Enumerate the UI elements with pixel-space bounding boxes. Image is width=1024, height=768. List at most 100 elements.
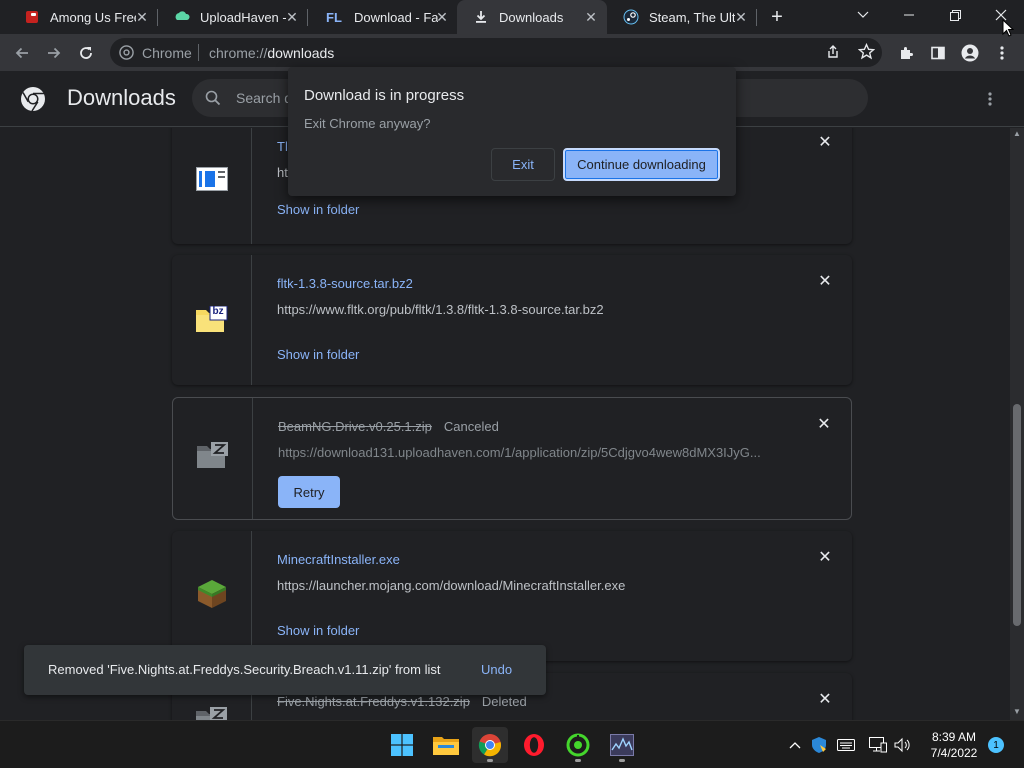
show-in-folder-link[interactable]: Show in folder — [277, 202, 359, 217]
page-scrollbar[interactable]: ▲ ▼ — [1010, 128, 1024, 720]
chevron-down-icon — [857, 11, 869, 18]
task-manager-icon[interactable] — [604, 727, 640, 763]
address-bar[interactable]: Chrome chrome://downloads — [110, 38, 882, 67]
close-tab-icon[interactable]: ✕ — [434, 9, 450, 25]
bookmark-star-icon[interactable] — [857, 42, 876, 65]
tab-download-fast[interactable]: FL Download - Fas ✕ — [308, 0, 458, 34]
file-name-link[interactable]: Tl — [277, 139, 288, 154]
restore-button[interactable] — [932, 0, 978, 30]
scrollbar-thumb[interactable] — [1013, 404, 1021, 626]
file-name-link[interactable]: MinecraftInstaller.exe — [277, 552, 400, 567]
browser-toolbar: Chrome chrome://downloads — [0, 34, 1024, 71]
remove-from-list-icon[interactable]: ✕ — [818, 550, 832, 566]
tab-title: Steam, The Ultir — [649, 9, 735, 25]
steam-icon — [623, 9, 639, 25]
close-tab-icon[interactable]: ✕ — [134, 9, 150, 25]
chrome-icon — [119, 45, 134, 65]
file-explorer-icon[interactable] — [428, 727, 464, 763]
chrome-menu-button[interactable] — [990, 41, 1014, 65]
reload-button[interactable] — [74, 41, 98, 65]
url-text: chrome://downloads — [209, 45, 335, 61]
minimize-icon — [904, 14, 914, 16]
file-url[interactable]: https://launcher.mojang.com/download/Min… — [277, 578, 772, 593]
tab-title: Among Us Free — [50, 9, 136, 25]
scroll-down-arrow-icon[interactable]: ▼ — [1010, 706, 1024, 718]
download-item: bz fltk-1.3.8-source.tar.bz2 https://www… — [172, 255, 852, 385]
fl-icon: FL — [326, 9, 342, 25]
uploadhaven-icon — [174, 9, 190, 25]
clock-time: 8:39 AM — [931, 730, 977, 744]
close-tab-icon[interactable]: ✕ — [733, 9, 749, 25]
volume-icon[interactable] — [893, 735, 913, 755]
status-text: Deleted — [481, 694, 527, 709]
restore-icon — [949, 9, 961, 21]
show-in-folder-link[interactable]: Show in folder — [277, 623, 359, 638]
arrow-left-icon — [15, 47, 28, 59]
tab-title: Downloads — [499, 9, 564, 25]
side-panel-icon — [931, 46, 945, 60]
dialog-message: Exit Chrome anyway? — [304, 116, 431, 131]
download-item-canceled: BeamNG.Drive.v0.25.1.zip Canceled https:/… — [172, 397, 852, 520]
new-tab-button[interactable]: + — [766, 6, 788, 28]
scroll-up-arrow-icon[interactable]: ▲ — [1010, 128, 1024, 140]
keyboard-icon[interactable] — [836, 735, 856, 755]
opera-icon[interactable] — [516, 727, 552, 763]
notification-badge[interactable]: 1 — [988, 737, 1004, 753]
zip-archive-icon — [196, 442, 229, 475]
undo-button[interactable]: Undo — [481, 662, 512, 677]
mouse-cursor-icon — [1002, 18, 1015, 42]
forward-button[interactable] — [42, 41, 66, 65]
remove-from-list-icon[interactable]: ✕ — [818, 135, 832, 151]
close-window-button[interactable] — [978, 0, 1024, 30]
side-panel-button[interactable] — [926, 41, 950, 65]
remove-from-list-icon[interactable]: ✕ — [818, 274, 832, 290]
download-item: MinecraftInstaller.exe https://launcher.… — [172, 531, 852, 661]
file-url[interactable]: https://download131.uploadhaven.com/1/ap… — [278, 445, 773, 460]
exit-button[interactable]: Exit — [491, 148, 555, 181]
file-window-icon — [195, 166, 228, 196]
reload-icon — [80, 47, 92, 59]
close-tab-icon[interactable]: ✕ — [583, 9, 599, 25]
arrow-right-icon — [48, 47, 61, 59]
tab-uploadhaven[interactable]: UploadHaven - ✕ — [158, 0, 308, 34]
network-icon[interactable] — [868, 735, 888, 755]
tab-among-us[interactable]: Among Us Free ✕ — [8, 0, 158, 34]
tab-downloads[interactable]: Downloads ✕ — [457, 0, 607, 34]
more-vert-icon — [1000, 46, 1004, 60]
zip-archive-icon — [195, 707, 228, 720]
tab-search-button[interactable] — [840, 0, 886, 30]
downloads-list: Tl ht Show in folder ✕ bz fltk-1.3.8-sou… — [0, 128, 1010, 720]
profile-button[interactable] — [958, 41, 982, 65]
system-clock[interactable]: 8:39 AM 7/4/2022 — [918, 729, 990, 761]
page-title: Downloads — [67, 85, 176, 110]
tab-steam[interactable]: Steam, The Ultir ✕ — [607, 0, 757, 34]
remove-from-list-icon[interactable]: ✕ — [817, 417, 831, 433]
download-icon — [473, 9, 489, 25]
tab-title: Download - Fas — [354, 9, 438, 25]
bz2-archive-icon: bz — [195, 305, 228, 334]
razer-cortex-icon[interactable] — [560, 727, 596, 763]
search-icon — [205, 90, 221, 111]
share-icon[interactable] — [825, 44, 841, 65]
file-name-link[interactable]: fltk-1.3.8-source.tar.bz2 — [277, 276, 413, 291]
tab-strip: Among Us Free ✕ UploadHaven - ✕ FL Downl… — [0, 0, 1024, 34]
retry-button[interactable]: Retry — [278, 476, 340, 508]
minecraft-grass-block-icon — [196, 578, 228, 615]
show-in-folder-link[interactable]: Show in folder — [277, 347, 359, 362]
chrome-icon[interactable] — [472, 727, 508, 763]
security-shield-icon[interactable] — [809, 735, 829, 755]
page-menu-button[interactable] — [988, 91, 992, 112]
show-hidden-icons-chevron-up-icon[interactable] — [785, 735, 805, 755]
file-url[interactable]: https://www.fltk.org/pub/fltk/1.3.8/fltk… — [277, 302, 772, 317]
windows-start-icon[interactable] — [384, 727, 420, 763]
clock-date: 7/4/2022 — [930, 746, 978, 760]
remove-from-list-icon[interactable]: ✕ — [818, 692, 832, 708]
profile-icon — [961, 44, 979, 62]
back-button[interactable] — [10, 41, 34, 65]
tab-title: UploadHaven - — [200, 9, 286, 25]
minimize-button[interactable] — [886, 0, 932, 30]
close-tab-icon[interactable]: ✕ — [284, 9, 300, 25]
continue-downloading-button[interactable]: Continue downloading — [563, 148, 720, 181]
extensions-button[interactable] — [894, 41, 918, 65]
toast-message: Removed 'Five.Nights.at.Freddys.Security… — [48, 662, 441, 677]
